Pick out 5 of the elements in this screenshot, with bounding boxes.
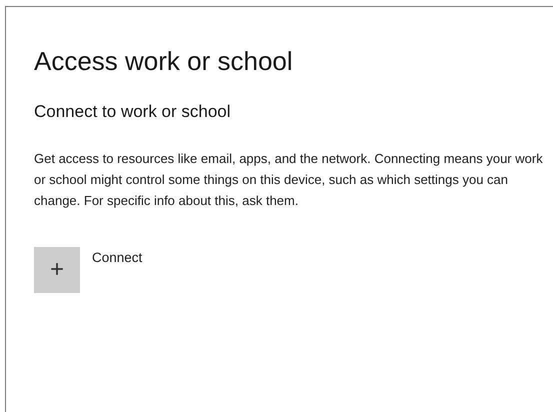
add-icon: + [34, 247, 80, 293]
page-title: Access work or school [34, 45, 294, 77]
description-text: Get access to resources like email, apps, and the network. Connecting means your work or school might control some things on this device, such as which settings you can change. For specific info about this, ask them. [34, 150, 544, 210]
section-heading: Connect to work or school [34, 101, 232, 123]
connect-button[interactable]: + Connect [34, 247, 142, 293]
